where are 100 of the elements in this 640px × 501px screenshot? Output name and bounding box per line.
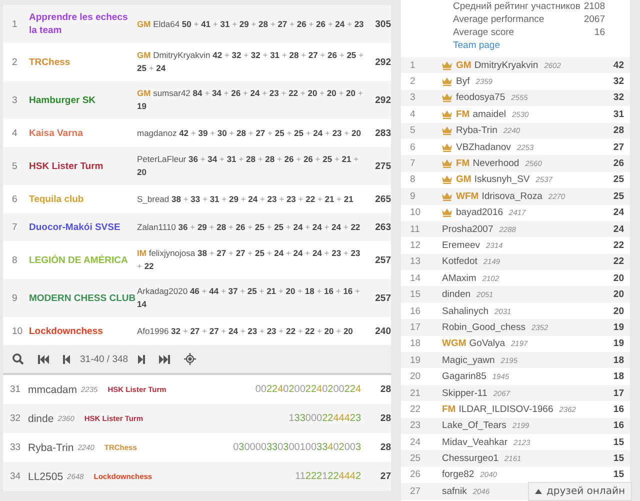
player-score: 22 [612, 256, 625, 268]
rank-number: 23 [409, 420, 422, 432]
friends-online-button[interactable]: друзей онлайн [528, 482, 632, 501]
player-link[interactable]: Eremeev [442, 240, 480, 251]
team-link[interactable]: HSK Lister Turm [29, 160, 137, 172]
player-score: 25 [612, 190, 625, 202]
player-score: 22 [612, 240, 625, 251]
player-link[interactable]: bayad2016 [456, 207, 504, 218]
leader-scores: IM felixjynojosa 38 + 27 + 27 + 25 + 24 + 24 + 24 + 23 + 23 + 22 [137, 247, 362, 273]
player-link[interactable]: LL2505 [28, 470, 64, 482]
player-title: GM [456, 174, 472, 186]
player-link[interactable]: Ryba-Trin [28, 442, 74, 454]
rank-number: 11 [409, 224, 421, 235]
rank-number: 9 [409, 190, 416, 202]
game-results: 03000033030010033402003 [233, 442, 361, 453]
first-page-icon[interactable] [38, 354, 49, 364]
rank-number: 33 [9, 442, 22, 453]
rank-number: 25 [409, 453, 422, 464]
team-link[interactable]: Hamburger SK [29, 94, 137, 106]
player-link[interactable]: mmcadam [28, 384, 78, 396]
player-score: 28 [379, 384, 391, 395]
search-icon[interactable] [12, 353, 24, 365]
leader-scores: GM DmitryKryakvin 42 + 32 + 32 + 31 + 28 + 27 + 26 + 25 + 25 + 24 [137, 49, 364, 75]
team-link[interactable]: Lockdownchess [29, 324, 137, 338]
rank-number: 1 [409, 60, 416, 71]
rank-number: 22 [409, 404, 422, 415]
player-link[interactable]: Neverhood [472, 158, 520, 170]
player-link[interactable]: amaidel [472, 108, 506, 120]
player-link[interactable]: Chessurgeo1 [442, 453, 499, 464]
rank-number: 2 [409, 76, 416, 88]
player-link[interactable]: VBZhadanov [456, 142, 511, 153]
rank-number: 3 [11, 94, 18, 106]
player-title: FM [456, 108, 470, 120]
leader-scores: Arkadag2020 46 + 44 + 37 + 25 + 21 + 20 + 18 + 16 + 16 + 14 [137, 285, 361, 311]
rank-number: 24 [409, 436, 422, 448]
rank-number: 20 [409, 371, 422, 382]
player-score: 26 [612, 158, 625, 170]
player-score: 19 [612, 322, 625, 333]
player-score: 28 [612, 125, 625, 136]
team-total: 257 [374, 292, 391, 304]
player-link[interactable]: dinde [28, 412, 54, 424]
player-score: 24 [612, 207, 625, 218]
player-link[interactable]: Robin_Good_chess [442, 322, 526, 333]
rank-number: 3 [409, 92, 416, 104]
stat-label: Средний рейтинг участников [453, 0, 580, 13]
leader-scores: magdanoz 42 + 39 + 30 + 28 + 27 + 25 + 25 + 24 + 23 + 20 [137, 126, 362, 140]
team-link[interactable]: Apprendre les echecs la team [29, 11, 137, 37]
player-link[interactable]: Magic_yawn [442, 354, 495, 366]
game-results: 112221224442 [294, 471, 361, 482]
player-link[interactable]: Lake_Of_Tears [442, 420, 506, 432]
player-score: 42 [612, 60, 625, 71]
rank-number: 14 [409, 272, 422, 284]
rank-number: 32 [9, 413, 22, 424]
player-score: 16 [612, 420, 625, 432]
team-link[interactable]: MODERN CHESS CLUB [29, 292, 137, 304]
team-total: 275 [374, 160, 391, 172]
player-link[interactable]: Idrisova_Roza [482, 190, 542, 202]
player-link[interactable]: dinden [442, 289, 471, 300]
player-link[interactable]: Sahalinych [442, 306, 488, 317]
rank-number: 15 [409, 289, 422, 300]
leader-scores: GM sumsar42 84 + 34 + 26 + 24 + 23 + 22 + 20 + 20 + 20 + 19 [137, 87, 364, 113]
player-score: 20 [612, 289, 625, 300]
game-results: 1330002244423 [288, 413, 361, 424]
player-link[interactable]: Kotfedot [442, 256, 478, 268]
last-page-icon[interactable] [159, 354, 170, 364]
player-link[interactable]: Iskusnyh_SV [474, 174, 530, 186]
player-score: 28 [379, 442, 391, 453]
rank-number: 2 [11, 56, 18, 68]
player-link[interactable]: Byf [456, 76, 470, 88]
previous-page-icon[interactable] [63, 354, 70, 364]
crosshair-icon[interactable] [184, 353, 196, 365]
player-link[interactable]: forge82 [442, 469, 474, 480]
player-link[interactable]: ILDAR_ILDISOV-1966 [458, 404, 554, 415]
rank-number: 26 [409, 469, 422, 480]
team-total: 240 [374, 326, 391, 336]
player-link[interactable]: feodosya75 [456, 92, 506, 104]
player-link[interactable]: Midav_Veahkar [442, 436, 508, 448]
leader-scores: Afo1996 32 + 27 + 27 + 24 + 23 + 23 + 22 + 22 + 20 + 20 [137, 324, 354, 338]
player-link[interactable]: Skipper-11 [442, 388, 488, 398]
stat-value: 16 [594, 26, 605, 39]
player-link[interactable]: AMaxim [442, 272, 476, 284]
team-link[interactable]: Duocor-Makói SVSE [29, 220, 137, 234]
team-total: 292 [374, 94, 391, 106]
player-link[interactable]: Gagarin85 [442, 371, 486, 382]
player-link[interactable]: Prosha2007 [442, 224, 494, 235]
rank-number: 18 [409, 338, 422, 350]
next-page-icon[interactable] [138, 354, 146, 364]
player-title: GM [456, 60, 472, 71]
caret-up-icon [535, 489, 542, 494]
player-link[interactable]: Ryba-Trin [456, 125, 498, 136]
player-link[interactable]: DmitryKryakvin [474, 60, 538, 71]
player-title: WFM [456, 190, 479, 202]
team-page-link[interactable]: Team page [453, 39, 500, 52]
rank-number: 12 [409, 240, 422, 251]
player-link[interactable]: GoValya [469, 338, 506, 350]
page-range: 31-40 / 348 [80, 354, 128, 364]
player-link[interactable]: safnik [442, 486, 467, 497]
player-score: 18 [612, 371, 625, 382]
rank-number: 1 [11, 18, 18, 30]
player-score: 18 [612, 354, 625, 366]
